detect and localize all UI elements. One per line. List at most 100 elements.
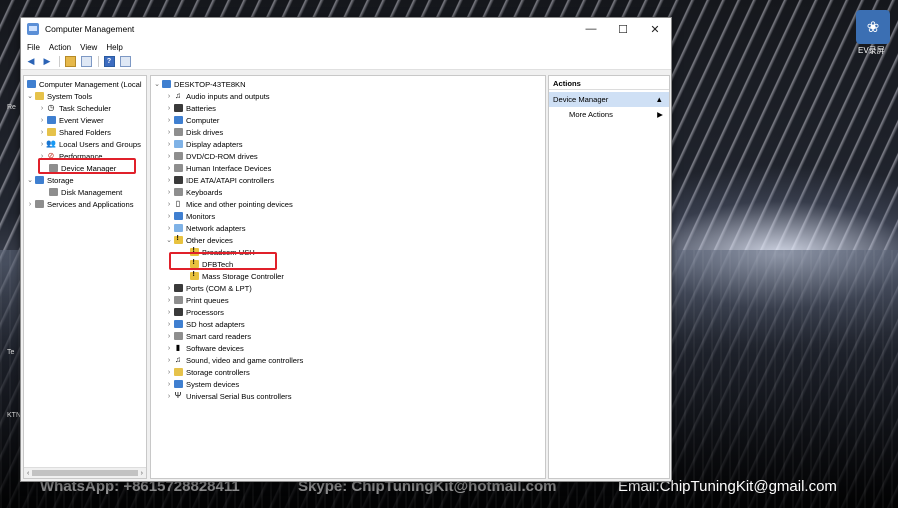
device-category[interactable]: › Keyboards — [165, 186, 222, 198]
chevron-right-icon[interactable]: › — [165, 345, 173, 352]
event-viewer-icon — [46, 115, 56, 125]
chevron-right-icon[interactable]: › — [165, 297, 173, 304]
chevron-right-icon[interactable]: › — [38, 129, 46, 136]
chevron-right-icon[interactable]: › — [165, 357, 173, 364]
chevron-right-icon[interactable]: › — [165, 381, 173, 388]
users-icon: 👥 — [46, 139, 56, 148]
tree-disk-management[interactable]: Disk Management — [48, 186, 122, 198]
tree-local-users[interactable]: › 👥 Local Users and Groups — [38, 138, 141, 150]
chevron-down-icon[interactable]: ⌄ — [153, 80, 161, 88]
desktop-edge-label: Te — [7, 349, 15, 356]
help-icon[interactable]: ? — [103, 56, 115, 68]
device-category[interactable]: › Batteries — [165, 102, 216, 114]
device-category[interactable]: › Network adapters — [165, 222, 246, 234]
device-category-other[interactable]: ⌄ Other devices — [165, 234, 233, 246]
horizontal-scrollbar[interactable]: ‹ › — [24, 467, 146, 478]
chevron-right-icon[interactable]: › — [165, 369, 173, 376]
minimize-button[interactable]: — — [575, 18, 607, 40]
chevron-right-icon[interactable]: › — [165, 393, 173, 400]
tree-item-label: Local Users and Groups — [59, 139, 141, 149]
chevron-right-icon[interactable]: › — [26, 201, 34, 208]
collapse-up-icon[interactable]: ▲ — [655, 95, 663, 104]
device-category[interactable]: › Ψ Universal Serial Bus controllers — [165, 390, 292, 402]
device-category[interactable]: › Print queues — [165, 294, 229, 306]
more-actions-item[interactable]: More Actions ▶ — [549, 107, 669, 122]
device-category[interactable]: › SD host adapters — [165, 318, 245, 330]
chevron-right-icon[interactable]: › — [165, 165, 173, 172]
device-category[interactable]: › Monitors — [165, 210, 215, 222]
scroll-thumb[interactable] — [32, 470, 138, 476]
screen-recorder-icon[interactable]: ❀ — [856, 10, 890, 44]
device-category[interactable]: › Ports (COM & LPT) — [165, 282, 252, 294]
tree-item-label: Task Scheduler — [59, 103, 111, 113]
chevron-right-icon[interactable]: › — [165, 333, 173, 340]
device-category[interactable]: › ♫ Sound, video and game controllers — [165, 354, 304, 366]
device-category[interactable]: › ♫ Audio inputs and outputs — [165, 90, 270, 102]
up-folder-icon[interactable] — [64, 56, 76, 68]
device-item[interactable]: Mass Storage Controller — [189, 270, 284, 282]
tree-event-viewer[interactable]: › Event Viewer — [38, 114, 104, 126]
chevron-right-icon[interactable]: › — [165, 309, 173, 316]
device-category-label: Universal Serial Bus controllers — [186, 391, 292, 401]
device-category[interactable]: › Display adapters — [165, 138, 243, 150]
chevron-right-icon[interactable]: › — [165, 105, 173, 112]
device-category[interactable]: › Storage controllers — [165, 366, 250, 378]
device-category[interactable]: › Disk drives — [165, 126, 223, 138]
device-category[interactable]: › ▮ Software devices — [165, 342, 244, 354]
tree-services[interactable]: › Services and Applications — [26, 198, 134, 210]
display-adapter-icon — [173, 139, 183, 149]
tree-system-tools[interactable]: ⌄ System Tools — [26, 90, 92, 102]
device-category[interactable]: › Human Interface Devices — [165, 162, 271, 174]
chevron-right-icon[interactable]: › — [38, 105, 46, 112]
menu-help[interactable]: Help — [106, 43, 122, 52]
menu-view[interactable]: View — [80, 43, 97, 52]
tree-root[interactable]: Computer Management (Local — [26, 78, 142, 90]
chevron-right-icon[interactable]: › — [165, 129, 173, 136]
chevron-right-icon[interactable]: › — [165, 321, 173, 328]
back-arrow-icon[interactable]: ◀ — [25, 56, 37, 68]
device-category[interactable]: › System devices — [165, 378, 239, 390]
title-bar[interactable]: Computer Management — ☐ ✕ — [21, 18, 671, 40]
menu-action[interactable]: Action — [49, 43, 71, 52]
chevron-right-icon[interactable]: › — [165, 225, 173, 232]
scroll-right-icon[interactable]: › — [141, 470, 143, 477]
chevron-right-icon[interactable]: › — [165, 213, 173, 220]
close-button[interactable]: ✕ — [639, 18, 671, 40]
maximize-button[interactable]: ☐ — [607, 18, 639, 40]
tree-storage[interactable]: ⌄ Storage — [26, 174, 74, 186]
chevron-right-icon[interactable]: › — [165, 141, 173, 148]
device-root[interactable]: ⌄ DESKTOP-43TE8KN — [153, 78, 246, 90]
tree-shared-folders[interactable]: › Shared Folders — [38, 126, 111, 138]
properties-icon[interactable] — [119, 56, 131, 68]
chevron-right-icon[interactable]: › — [165, 117, 173, 124]
chevron-down-icon[interactable]: ⌄ — [26, 176, 34, 184]
chevron-right-icon[interactable]: › — [165, 93, 173, 100]
forward-arrow-icon[interactable]: ▶ — [41, 56, 53, 68]
chevron-right-icon[interactable]: › — [165, 285, 173, 292]
chevron-right-icon[interactable]: › — [38, 141, 46, 148]
device-category[interactable]: › DVD/CD-ROM drives — [165, 150, 258, 162]
tree-item-label: Services and Applications — [47, 199, 134, 209]
device-category[interactable]: › Computer — [165, 114, 220, 126]
device-category-label: Batteries — [186, 103, 216, 113]
show-hide-tree-icon[interactable] — [80, 56, 92, 68]
device-category[interactable]: › Smart card readers — [165, 330, 251, 342]
chevron-down-icon[interactable]: ⌄ — [26, 92, 34, 100]
scroll-left-icon[interactable]: ‹ — [27, 470, 29, 477]
device-category[interactable]: › IDE ATA/ATAPI controllers — [165, 174, 274, 186]
device-category-label: Disk drives — [186, 127, 224, 137]
chevron-right-icon[interactable]: › — [165, 177, 173, 184]
menu-file[interactable]: File — [27, 43, 40, 52]
chevron-right-icon[interactable]: › — [165, 201, 173, 208]
chevron-right-icon[interactable]: › — [165, 189, 173, 196]
chevron-down-icon[interactable]: ⌄ — [165, 236, 173, 244]
warning-device-icon — [189, 270, 199, 281]
toolbar: ◀ ▶ ? — [21, 54, 671, 70]
chevron-right-icon[interactable]: › — [38, 117, 46, 124]
computer-management-icon — [27, 23, 39, 35]
chevron-right-icon[interactable]: › — [165, 153, 173, 160]
device-category[interactable]: › Processors — [165, 306, 224, 318]
device-category[interactable]: › ▯ Mice and other pointing devices — [165, 198, 293, 210]
tree-task-scheduler[interactable]: › ◷ Task Scheduler — [38, 102, 111, 114]
actions-section-device-manager[interactable]: Device Manager ▲ — [549, 92, 669, 107]
